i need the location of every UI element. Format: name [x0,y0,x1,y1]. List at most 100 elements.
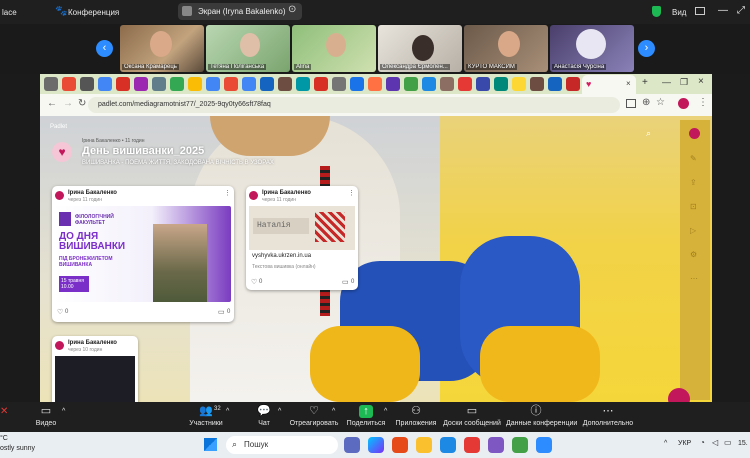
volume-icon[interactable]: ◁ [712,438,718,447]
layout-grid-icon[interactable] [695,7,705,15]
tab[interactable] [134,77,148,91]
tab[interactable] [332,77,346,91]
zoom-icon[interactable]: ⊕ [642,97,650,108]
tab[interactable] [548,77,562,91]
more-icon[interactable]: ⊙ [288,4,296,15]
zoom-app-icon[interactable] [536,437,552,453]
video-options-chevron-icon[interactable]: ^ [62,408,65,415]
close-tab-icon[interactable]: × [626,79,631,88]
back-icon[interactable]: ← [47,98,57,109]
view-label[interactable]: Вид [672,8,686,17]
edge-icon[interactable] [440,437,456,453]
padlet-brand[interactable]: Padlet [50,124,67,130]
tab[interactable] [152,77,166,91]
tab[interactable] [440,77,454,91]
tab[interactable] [116,77,130,91]
copilot-icon[interactable] [368,437,384,453]
install-icon[interactable] [626,99,636,108]
post-card[interactable]: Ірина Бакаленко через 10 годин [52,336,138,402]
video-button[interactable]: ▭ Видео [16,405,76,427]
office-icon[interactable] [392,437,408,453]
shield-icon[interactable] [652,6,661,17]
post-card[interactable]: Ірина Бакаленко через 11 годин ⋮ ФІЛОЛОГ… [52,186,234,322]
tab[interactable] [314,77,328,91]
tab[interactable] [350,77,364,91]
tab[interactable] [224,77,238,91]
chat-chevron-icon[interactable]: ^ [278,408,281,415]
participant-tile[interactable]: Олександра Єрмолен... [378,25,462,72]
chrome-profile-icon[interactable] [512,437,528,453]
react-chevron-icon[interactable]: ^ [332,408,335,415]
language-indicator[interactable]: УКР [678,440,691,447]
conference-info-button[interactable]: ⓘ Данные конференции [506,405,577,427]
post-menu-icon[interactable]: ⋮ [224,189,231,197]
bookmark-star-icon[interactable]: ☆ [656,97,665,108]
task-view-icon[interactable] [344,437,360,453]
prev-page-button[interactable]: ‹ [96,40,113,57]
minimize-icon[interactable]: — [718,5,728,16]
more-button[interactable]: ⋯ Дополнительно [578,405,638,427]
tab[interactable] [188,77,202,91]
more-options-icon[interactable]: ⋯ [690,274,698,283]
forward-icon[interactable]: → [63,98,73,109]
new-tab-icon[interactable]: + [642,77,648,88]
tab[interactable] [404,77,418,91]
browser-menu-icon[interactable]: ⋮ [698,97,708,108]
tab[interactable] [260,77,274,91]
window-restore-icon[interactable]: ❐ [680,77,688,88]
apps-button[interactable]: ⚇ Приложения [386,405,446,427]
participant-tile[interactable]: Оксана Крамарець [120,25,204,72]
search-icon[interactable]: ⌕ [646,128,651,139]
reload-icon[interactable]: ↻ [78,98,86,109]
chrome-icon[interactable] [464,437,480,453]
file-explorer-icon[interactable] [416,437,432,453]
weather-desc[interactable]: ostly sunny [0,445,35,452]
tab[interactable] [98,77,112,91]
tab[interactable] [566,77,580,91]
participants-chevron-icon[interactable]: ^ [226,408,229,415]
remake-icon[interactable]: ⊡ [690,202,697,211]
tab[interactable] [278,77,292,91]
slideshow-icon[interactable]: ▷ [690,226,696,235]
tab[interactable] [80,77,94,91]
post-card[interactable]: Ірина Бакаленко через 11 годин ⋮ Наталія… [246,186,358,290]
edit-icon[interactable]: ✎ [690,154,697,163]
profile-avatar[interactable] [678,98,689,109]
wifi-icon[interactable]: ◔ [700,438,705,447]
participant-tile[interactable]: Тетяна Поліганська [206,25,290,72]
tab[interactable] [512,77,526,91]
viber-icon[interactable] [488,437,504,453]
whiteboards-button[interactable]: ▭ Доски сообщений [442,405,502,427]
mic-muted-icon[interactable]: ✕ [0,406,8,417]
conference-label[interactable]: Конференция [68,8,119,17]
start-icon[interactable] [204,438,217,451]
weather-temp[interactable]: °C [0,435,8,442]
comment-icon[interactable]: ▭ [218,308,225,316]
tab[interactable] [206,77,220,91]
participant-tile[interactable]: Анастасія Чурсіна [550,25,634,72]
battery-icon[interactable]: ▭ [724,438,732,447]
window-close-icon[interactable]: × [698,76,704,87]
participant-tile[interactable]: Alina [292,25,376,72]
paw-icon[interactable]: 🐾 [55,6,67,17]
tab[interactable] [530,77,544,91]
tab[interactable] [44,77,58,91]
next-page-button[interactable]: › [638,40,655,57]
like-icon[interactable]: ♡ [251,278,257,286]
tab[interactable] [368,77,382,91]
search-box[interactable]: ⌕ Пошук [226,436,338,454]
tab[interactable] [296,77,310,91]
post-menu-icon[interactable]: ⋮ [348,189,355,197]
screen-share-pill[interactable]: Экран (Iryna Bakalenko) ⊙ [178,3,302,20]
url-field[interactable]: padlet.com/mediagramotnist77/_2025-9qy0t… [88,97,620,113]
settings-icon[interactable]: ⚙ [690,250,697,259]
share-icon[interactable]: ⇪ [690,178,697,187]
active-tab[interactable]: ♥ × [582,75,636,94]
tab[interactable] [422,77,436,91]
participant-tile[interactable]: КУРТО МАКСИМ [464,25,548,72]
link-url[interactable]: vyshyvka.ukrzen.in.ua [252,253,311,259]
comment-icon[interactable]: ▭ [342,278,349,286]
tab[interactable] [494,77,508,91]
tab[interactable] [476,77,490,91]
fullscreen-icon[interactable]: ⤢ [737,5,745,16]
